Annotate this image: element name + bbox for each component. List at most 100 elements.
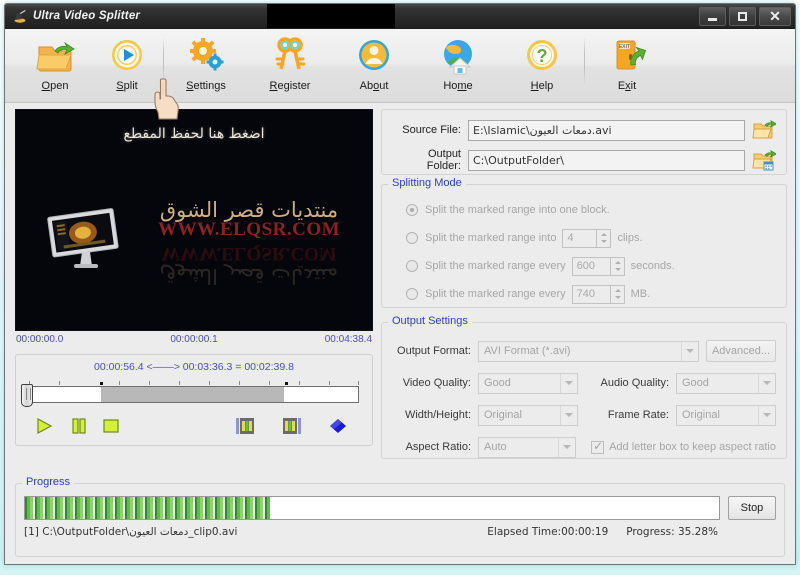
seconds-spin-buttons[interactable] <box>609 256 625 276</box>
toolbar-split-button[interactable]: Split <box>91 35 163 92</box>
add-segment-button[interactable] <box>328 417 348 435</box>
split-option-clips[interactable]: Split the marked range into 4 clips. <box>406 227 776 249</box>
aspect-ratio-select[interactable]: Auto <box>478 436 577 458</box>
mark-in-tick <box>99 382 103 385</box>
svg-text:?: ? <box>537 46 548 66</box>
frame-rate-select[interactable]: Original <box>676 404 776 426</box>
mb-spin-buttons[interactable] <box>609 284 625 304</box>
output-folder-input[interactable]: C:\OutputFolder\ <box>468 149 745 171</box>
person-circle-icon <box>352 35 396 75</box>
toolbar-exit-button[interactable]: EXIT Exit <box>585 35 669 92</box>
timeline-start-label: 00:00:00.0 <box>16 334 64 345</box>
clips-value[interactable]: 4 <box>562 228 597 248</box>
toolbar-register-label: Register <box>269 80 311 92</box>
toolbar-help-label: Help <box>530 80 554 92</box>
mb-spin-up[interactable] <box>611 286 624 295</box>
left-column: اضغط هنا لحفظ المقطع منتديات قصر الشوق W… <box>15 109 373 446</box>
output-format-value: AVI Format (*.avi) <box>484 345 571 357</box>
width-height-select[interactable]: Original <box>478 404 578 426</box>
clips-spin-buttons[interactable] <box>596 228 612 248</box>
chevron-down-icon[interactable] <box>758 373 775 393</box>
toolbar-open-label: Open <box>41 80 69 92</box>
preview-brand-url: WWW.ELQSR.COM <box>157 219 341 240</box>
timeline-end-label: 00:04:38.4 <box>324 334 372 345</box>
split-option-mb[interactable]: Split the marked range every 740 MB. <box>406 283 776 305</box>
progress-status-row: [1] C:\OutputFolder\دمعات العيون_clip0.a… <box>24 526 776 538</box>
seconds-spinner[interactable]: 600 <box>571 256 625 276</box>
width-height-label: Width/Height: <box>404 409 471 421</box>
video-preview[interactable]: اضغط هنا لحفظ المقطع منتديات قصر الشوق W… <box>15 109 373 331</box>
exit-door-icon: EXIT <box>605 35 649 75</box>
output-settings-group: Output Settings Output Format: AVI Forma… <box>381 315 787 459</box>
timeline-track[interactable] <box>21 384 359 407</box>
mb-spin-down[interactable] <box>611 294 624 303</box>
source-file-input[interactable]: E:\Islamic\دمعات العيون.avi <box>468 119 745 141</box>
mb-spinner[interactable]: 740 <box>571 284 625 304</box>
output-format-select[interactable]: AVI Format (*.avi) <box>478 340 699 362</box>
radio-clips[interactable] <box>406 232 418 244</box>
minimize-button[interactable] <box>699 7 726 26</box>
quality-row: Video Quality: Good Audio Quality: Good <box>392 371 776 395</box>
preview-overlay-text: اضغط هنا لحفظ المقطع <box>123 126 265 142</box>
progress-percent-label: Progress: 35.28% <box>626 526 718 538</box>
seconds-spin-up[interactable] <box>611 258 624 267</box>
maximize-button[interactable] <box>729 7 756 26</box>
split-option-seconds[interactable]: Split the marked range every 600 seconds… <box>406 255 776 277</box>
mark-end-button[interactable] <box>281 417 301 435</box>
progress-title: Progress <box>22 476 75 488</box>
chevron-down-icon[interactable] <box>560 373 577 393</box>
mark-start-button[interactable] <box>234 417 254 435</box>
browse-output-button[interactable] <box>752 149 778 171</box>
pause-button[interactable] <box>69 417 89 435</box>
clips-spin-up[interactable] <box>597 230 610 239</box>
split-option-seconds-suffix: seconds. <box>630 260 675 272</box>
output-folder-row: Output Folder: C:\OutputFolder\ <box>392 148 778 172</box>
radio-one-block[interactable] <box>406 204 418 216</box>
split-option-one-block[interactable]: Split the marked range into one block. <box>406 199 776 221</box>
mark-out-tick <box>284 382 288 385</box>
mb-value[interactable]: 740 <box>571 284 610 304</box>
chevron-down-icon[interactable] <box>560 405 577 425</box>
split-option-mb-suffix: MB. <box>630 288 651 300</box>
clips-spin-down[interactable] <box>597 238 610 247</box>
width-height-value: Original <box>484 409 522 421</box>
toolbar-settings-button[interactable]: Settings <box>164 35 248 92</box>
close-icon: ✕ <box>769 8 781 24</box>
progress-group: Progress Stop [1] C:\OutputFolder\دمعات … <box>15 476 785 557</box>
play-button[interactable] <box>34 417 54 435</box>
clips-spinner[interactable]: 4 <box>562 228 612 248</box>
seconds-value[interactable]: 600 <box>571 256 610 276</box>
browse-source-button[interactable] <box>752 119 778 141</box>
toolbar-open-button[interactable]: Open <box>19 35 91 92</box>
preview-brand-url-reflection: WWW.ELQSR.COM <box>161 243 337 264</box>
splitting-mode-title: Splitting Mode <box>388 177 466 189</box>
letterbox-checkbox[interactable] <box>591 439 605 454</box>
toolbar-register-button[interactable]: Register <box>248 35 332 92</box>
output-format-label: Output Format: <box>397 345 471 357</box>
radio-seconds[interactable] <box>406 260 418 272</box>
chevron-down-icon[interactable] <box>681 341 698 361</box>
toolbar: Open Split Settings Register About Home … <box>5 29 795 120</box>
chevron-down-icon[interactable] <box>758 405 775 425</box>
toolbar-help-button[interactable]: ? Help <box>500 35 584 92</box>
radio-mb[interactable] <box>406 288 418 300</box>
close-button[interactable]: ✕ <box>759 7 791 26</box>
progress-bar-row: Stop <box>24 496 776 520</box>
stop-button[interactable] <box>101 417 121 435</box>
source-file-row: Source File: E:\Islamic\دمعات العيون.avi <box>392 119 778 141</box>
advanced-button[interactable]: Advanced... <box>706 340 776 362</box>
audio-quality-select[interactable]: Good <box>676 372 776 394</box>
title-bar: Ultra Video Splitter ✕ <box>5 4 795 29</box>
keys-icon <box>268 35 312 75</box>
stop-encoding-button[interactable]: Stop <box>728 496 776 520</box>
toolbar-home-button[interactable]: Home <box>416 35 500 92</box>
letterbox-label: Add letter box to keep aspect ratio <box>609 441 776 453</box>
play-circle-icon <box>105 35 149 75</box>
timeline-slider[interactable] <box>21 380 359 407</box>
chevron-down-icon[interactable] <box>558 437 575 457</box>
video-quality-select[interactable]: Good <box>478 372 578 394</box>
timeline-thumb[interactable] <box>21 384 33 407</box>
gears-icon <box>184 35 228 75</box>
toolbar-about-button[interactable]: About <box>332 35 416 92</box>
seconds-spin-down[interactable] <box>611 266 624 275</box>
